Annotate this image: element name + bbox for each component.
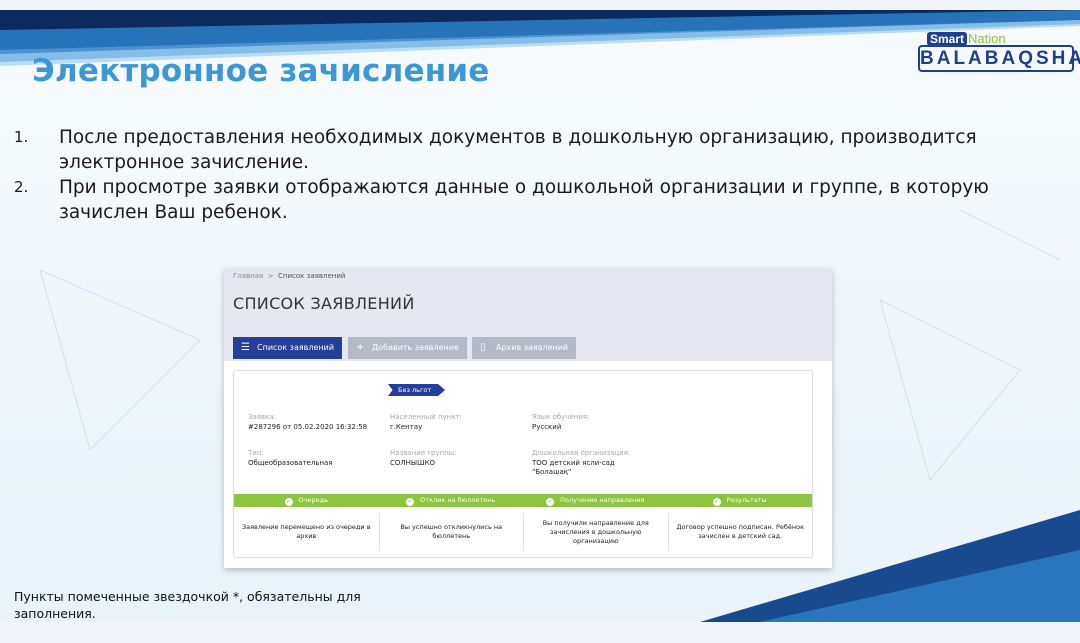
- progress-step-queue: ✓ Очередь: [284, 496, 328, 506]
- breadcrumb-separator: >: [267, 272, 274, 280]
- application-card: Без льгот Заявка: #287296 от 05.02.2020 …: [233, 370, 813, 558]
- check-icon: ✓: [406, 498, 415, 506]
- logo-name: BALABAQSHA: [918, 45, 1080, 72]
- step-item: 2. При просмотре заявки отображаются дан…: [14, 175, 1054, 225]
- field-organization: Дошкольная организация: ТОО детский ясли…: [532, 449, 631, 476]
- page-title: СПИСОК ЗАЯВЛЕНИЙ: [233, 294, 415, 313]
- step-text: При просмотре заявки отображаются данные…: [59, 177, 989, 223]
- app-header: Главная > Список заявлений СПИСОК ЗАЯВЛЕ…: [224, 269, 832, 361]
- status-queue: Заявление перемещено из очереди в архив: [241, 523, 371, 540]
- benefit-badge: Без льгот: [388, 384, 445, 396]
- footnote: Пункты помеченные звездочкой *, обязател…: [14, 589, 361, 621]
- field-group-name: Название группы: СОЛНЫШКО: [390, 449, 457, 467]
- logo-smart: Smart: [927, 32, 968, 46]
- check-icon: ✓: [712, 498, 721, 506]
- step-number: 2.: [14, 178, 29, 196]
- tab-applications-list[interactable]: ☰ Список заявлений: [233, 337, 342, 359]
- tab-label: Архив заявлений: [496, 343, 569, 352]
- field-language: Язык обучения: Русский: [532, 413, 590, 431]
- document-icon: ▯: [480, 342, 486, 353]
- progress-step-referral: ✓ Получение направления: [546, 496, 645, 506]
- step-number: 1.: [14, 128, 29, 146]
- field-locality: Населенный пункт: г.Кентау: [390, 413, 462, 431]
- breadcrumb-home[interactable]: Главная: [233, 272, 263, 280]
- status-referral: Вы получили направление для зачисления в…: [523, 513, 668, 551]
- list-icon: ☰: [241, 342, 250, 353]
- step-item: 1. После предоставления необходимых доку…: [14, 125, 1054, 175]
- tab-label: Добавить заявление: [372, 343, 459, 352]
- check-icon: ✓: [284, 498, 293, 506]
- breadcrumb: Главная > Список заявлений: [233, 272, 345, 280]
- progress-step-results: ✓ Результаты: [712, 496, 767, 506]
- step-text: После предоставления необходимых докумен…: [59, 127, 977, 173]
- breadcrumb-current: Список заявлений: [278, 272, 346, 280]
- status-results: Договор успешно подписан. Ребёнок зачисл…: [667, 513, 813, 551]
- status-bulletin: Вы успешно откликнулись на бюллетень: [378, 513, 524, 551]
- field-application: Заявка: #287296 от 05.02.2020 16:32:58: [248, 413, 368, 431]
- tab-label: Список заявлений: [257, 343, 335, 352]
- progress-step-bulletin: ✓ Отклик на бюллетень: [406, 496, 496, 506]
- app-screenshot: Главная > Список заявлений СПИСОК ЗАЯВЛЕ…: [224, 269, 832, 568]
- field-type: Тип: Общеобразовательная: [248, 449, 333, 467]
- logo-nation: Nation: [968, 31, 1006, 46]
- slide-title: Электронное зачисление: [32, 53, 490, 89]
- plus-icon: +: [356, 342, 365, 353]
- tab-archive[interactable]: ▯ Архив заявлений: [472, 337, 576, 359]
- progress-bar: ✓ Очередь ✓ Отклик на бюллетень ✓ Получение…: [234, 494, 812, 507]
- logo: Smart Nation BALABAQSHA: [918, 31, 1080, 74]
- slide: Электронное зачисление Smart Nation BALA…: [0, 10, 1080, 622]
- check-icon: ✓: [546, 498, 555, 506]
- steps-list: 1. После предоставления необходимых доку…: [14, 125, 1054, 225]
- tab-add-application[interactable]: + Добавить заявление: [348, 337, 467, 359]
